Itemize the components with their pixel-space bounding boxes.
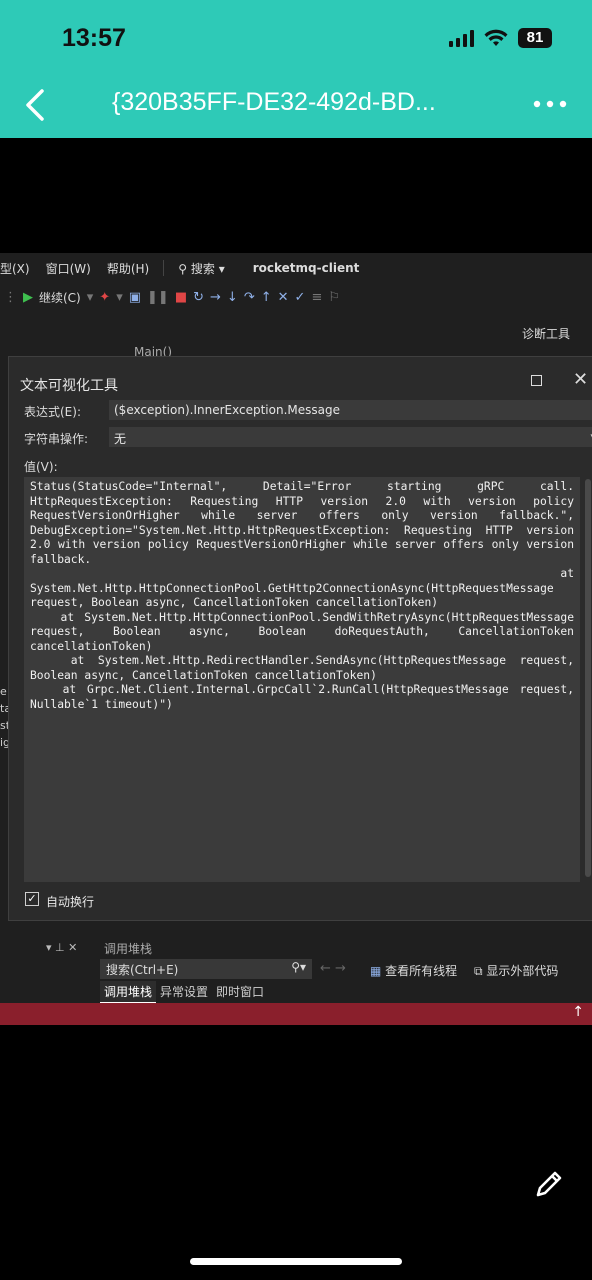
scrollbar-thumb[interactable] [585,479,591,877]
string-operation-label: 字符串操作: [24,432,89,446]
breakpoints-icon[interactable]: ✕ [278,290,289,305]
menu-item-tools[interactable]: 型(X) [0,260,38,277]
solution-title: rocketmq-client [252,261,360,275]
status-time: 13:57 [62,24,126,52]
step-over-icon[interactable]: ↷ [244,290,255,305]
more-options-button[interactable] [532,94,568,114]
signal-icon [449,29,474,47]
back-button[interactable] [22,88,52,122]
close-button[interactable]: ✕ [573,369,588,390]
spellcheck-icon[interactable]: ✓ [295,290,306,305]
step-into-icon[interactable]: ↓ [227,290,238,305]
vs-status-bar: ↑ [0,1003,592,1025]
maximize-button[interactable] [531,375,542,386]
external-code-icon: ⧉ [474,964,483,978]
visual-studio-screenshot: 型(X) 窗口(W) 帮助(H) ⚲ 搜索 ▾ rocketmq-client … [0,253,592,1025]
toolbar-grip: ⋮ [4,289,17,305]
comment-icon[interactable]: ≡ [311,290,322,305]
panel-close-icon[interactable]: ✕ [68,941,77,954]
debug-toolbar: ⋮ ▶ 继续(C) ▾ ✦ ▾ ▣ ❚❚ ■ ↻ → ↓ ↷ ↑ ✕ ✓ ≡ ⚐ [0,283,592,311]
threads-icon: ▦ [370,964,382,978]
wifi-icon [484,29,508,46]
string-operation-select[interactable]: 无 ▾ [109,427,592,447]
next-arrow-icon[interactable]: → [335,961,346,976]
home-indicator[interactable] [190,1258,402,1265]
search-menu[interactable]: ⚲ 搜索 ▾ [170,260,233,277]
pin-icon[interactable]: ⊥ [55,941,65,954]
open-folder-icon[interactable]: ▣ [129,290,141,305]
menu-item-help[interactable]: 帮助(H) [99,260,157,277]
show-next-statement-icon[interactable]: → [210,290,221,305]
expression-label: 表达式(E): [24,405,81,419]
restart-icon[interactable]: ↻ [193,290,204,305]
search-navigation: ← → [320,961,346,976]
show-external-code-label: 显示外部代码 [486,964,559,978]
dialog-title: 文本可视化工具 [20,378,118,394]
status-icons: 81 [449,28,552,48]
string-operation-value: 无 [114,432,127,446]
document-tab-row [0,315,592,355]
search-placeholder: 搜索(Ctrl+E) [106,963,179,977]
view-all-threads-label: 查看所有线程 [385,964,458,978]
continue-button[interactable]: 继续(C) [39,289,81,306]
page-title: {320B35FF-DE32-492d-BD... [112,88,436,116]
edit-pencil-icon[interactable] [533,1168,565,1200]
panel-title: 调用堆栈 [104,942,153,956]
tab-exception-settings[interactable]: 异常设置 [156,981,212,1004]
tab-immediate-window[interactable]: 即时窗口 [212,981,268,1004]
chevron-down-icon: ▾ [218,261,225,276]
continue-icon[interactable]: ▶ [23,290,33,305]
stop-icon[interactable]: ■ [175,290,187,305]
tab-call-stack[interactable]: 调用堆栈 [100,981,157,1004]
search-icon[interactable]: ⚲▾ [291,960,306,974]
value-label: 值(V): [24,460,58,474]
bookmark-icon[interactable]: ⚐ [328,290,340,305]
panel-controls: ▾ ⊥ ✕ [46,941,77,954]
search-icon: ⚲ [178,261,188,276]
word-wrap-label: 自动换行 [46,895,95,909]
pause-icon[interactable]: ❚❚ [147,290,169,305]
diagnostics-tools-title: 诊断工具 [522,327,571,341]
chevron-down-icon[interactable]: ▾ [116,290,123,305]
hot-reload-icon[interactable]: ✦ [99,290,110,305]
publish-arrow-icon[interactable]: ↑ [572,1004,584,1020]
view-all-threads-button[interactable]: ▦ 查看所有线程 [370,962,457,979]
expression-field[interactable]: ($exception).InnerException.Message [109,400,592,420]
chevron-down-icon[interactable]: ▾ [87,290,94,305]
show-external-code-button[interactable]: ⧉ 显示外部代码 [474,962,558,979]
menu-bar: 型(X) 窗口(W) 帮助(H) ⚲ 搜索 ▾ rocketmq-client [0,253,592,283]
menu-item-window[interactable]: 窗口(W) [38,260,99,277]
word-wrap-checkbox[interactable]: ✓ [25,892,39,906]
step-out-icon[interactable]: ↑ [261,290,272,305]
value-text-area[interactable]: Status(StatusCode="Internal", Detail="Er… [24,477,580,882]
previous-arrow-icon[interactable]: ← [320,961,331,976]
text-visualizer-dialog: 文本可视化工具 ✕ 表达式(E): ($exception).InnerExce… [8,356,592,921]
menu-separator [163,260,165,276]
bottom-panel-tabs: 调用堆栈 异常设置 即时窗口 [100,981,268,1004]
search-menu-label: 搜索 [190,261,215,276]
value-scrollbar[interactable] [582,477,592,882]
app-header: 13:57 81 {320B35FF-DE32-492d-BD... [0,0,592,138]
battery-icon: 81 [518,28,552,48]
panel-menu-icon[interactable]: ▾ [46,941,52,954]
call-stack-search-input[interactable]: 搜索(Ctrl+E) ⚲▾ [100,959,312,979]
call-stack-panel: ▾ ⊥ ✕ 调用堆栈 搜索(Ctrl+E) ⚲▾ ← → ▦ 查看所有线程 ⧉ … [0,935,592,1005]
